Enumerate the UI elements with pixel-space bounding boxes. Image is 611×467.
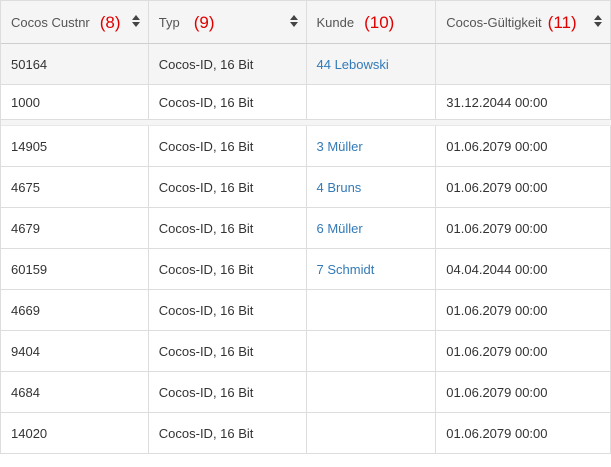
table-row[interactable]: 14020 Cocos-ID, 16 Bit 01.06.2079 00:00 (1, 413, 611, 454)
cell-cocos-gueltigkeit: 31.12.2044 00:00 (436, 85, 611, 119)
table-row[interactable]: 4684 Cocos-ID, 16 Bit 01.06.2079 00:00 (1, 372, 611, 413)
table-row[interactable]: 1000 Cocos-ID, 16 Bit 31.12.2044 00:00 (1, 85, 611, 120)
cell-cocos-custnr: 60159 (1, 249, 149, 289)
cell-typ: Cocos-ID, 16 Bit (149, 126, 307, 166)
table-row[interactable]: 4679 Cocos-ID, 16 Bit 6 Müller 01.06.2079 0… (1, 208, 611, 249)
cell-cocos-gueltigkeit: 01.06.2079 00:00 (436, 208, 611, 248)
table-row[interactable]: 9404 Cocos-ID, 16 Bit 01.06.2079 00:00 (1, 331, 611, 372)
cell-cocos-custnr: 4684 (1, 372, 149, 412)
table-row[interactable]: 50164 Cocos-ID, 16 Bit 44 Lebowski (1, 44, 611, 85)
cell-cocos-gueltigkeit: 01.06.2079 00:00 (436, 167, 611, 207)
column-annotation: (11) (547, 12, 577, 32)
cell-typ: Cocos-ID, 16 Bit (149, 44, 307, 84)
cell-cocos-custnr: 1000 (1, 85, 149, 119)
cell-cocos-custnr: 14020 (1, 413, 149, 453)
column-header-cocos-gueltigkeit[interactable]: Cocos-Gültigkeit (11) (436, 1, 611, 43)
cell-cocos-gueltigkeit: 01.06.2079 00:00 (436, 331, 611, 371)
cell-cocos-gueltigkeit: 01.06.2079 00:00 (436, 290, 611, 330)
cell-cocos-gueltigkeit: 01.06.2079 00:00 (436, 413, 611, 453)
column-header-label: Typ (158, 15, 180, 30)
column-header-kunde[interactable]: Kunde (10) (307, 1, 437, 43)
cell-cocos-gueltigkeit: 01.06.2079 00:00 (436, 372, 611, 412)
cell-cocos-custnr: 14905 (1, 126, 149, 166)
column-annotation: (10) (364, 12, 395, 32)
cell-cocos-custnr: 50164 (1, 44, 149, 84)
cell-cocos-custnr: 4679 (1, 208, 149, 248)
cell-typ: Cocos-ID, 16 Bit (149, 167, 307, 207)
cell-typ: Cocos-ID, 16 Bit (149, 331, 307, 371)
column-header-label: Cocos Custnr (11, 15, 90, 30)
cell-typ: Cocos-ID, 16 Bit (149, 290, 307, 330)
cell-kunde (307, 85, 437, 119)
column-header-typ[interactable]: Typ (9) (149, 1, 307, 43)
table-row[interactable]: 4675 Cocos-ID, 16 Bit 4 Bruns 01.06.2079 00… (1, 167, 611, 208)
sort-icon[interactable] (131, 15, 140, 29)
cell-typ: Cocos-ID, 16 Bit (149, 208, 307, 248)
cell-typ: Cocos-ID, 16 Bit (149, 249, 307, 289)
column-annotation: (8) (99, 12, 121, 32)
cell-cocos-custnr: 4669 (1, 290, 149, 330)
cell-typ: Cocos-ID, 16 Bit (149, 413, 307, 453)
table-row[interactable]: 14905 Cocos-ID, 16 Bit 3 Müller 01.06.2079 … (1, 126, 611, 167)
table-row[interactable]: 4669 Cocos-ID, 16 Bit 01.06.2079 00:00 (1, 290, 611, 331)
cell-cocos-custnr: 9404 (1, 331, 149, 371)
cell-typ: Cocos-ID, 16 Bit (149, 85, 307, 119)
kunde-link[interactable]: 4 Bruns (307, 167, 437, 207)
sort-icon[interactable] (594, 15, 602, 29)
kunde-link[interactable]: 3 Müller (307, 126, 437, 166)
cell-kunde (307, 372, 437, 412)
column-header-cocos-custnr[interactable]: Cocos Custnr (8) (1, 1, 149, 43)
table-header-row: Cocos Custnr (8) Typ (9) Kunde (10) Coco… (1, 0, 611, 44)
table-row[interactable]: 60159 Cocos-ID, 16 Bit 7 Schmidt 04.04.2044… (1, 249, 611, 290)
cell-cocos-gueltigkeit: 04.04.2044 00:00 (436, 249, 611, 289)
cell-kunde (307, 413, 437, 453)
column-annotation: (9) (193, 12, 215, 32)
kunde-link[interactable]: 44 Lebowski (307, 44, 437, 84)
cell-kunde (307, 290, 437, 330)
table-body: 50164 Cocos-ID, 16 Bit 44 Lebowski 1000 Coco… (1, 44, 611, 454)
cell-cocos-gueltigkeit (436, 44, 611, 84)
kunde-link[interactable]: 6 Müller (307, 208, 437, 248)
cell-cocos-gueltigkeit: 01.06.2079 00:00 (436, 126, 611, 166)
sort-icon[interactable] (289, 15, 298, 29)
column-header-label: Kunde (316, 15, 355, 30)
column-header-label: Cocos-Gültigkeit (446, 15, 542, 30)
cell-typ: Cocos-ID, 16 Bit (149, 372, 307, 412)
kunde-link[interactable]: 7 Schmidt (307, 249, 437, 289)
cocos-table: Cocos Custnr (8) Typ (9) Kunde (10) Coco… (0, 0, 611, 454)
cell-kunde (307, 331, 437, 371)
cell-cocos-custnr: 4675 (1, 167, 149, 207)
